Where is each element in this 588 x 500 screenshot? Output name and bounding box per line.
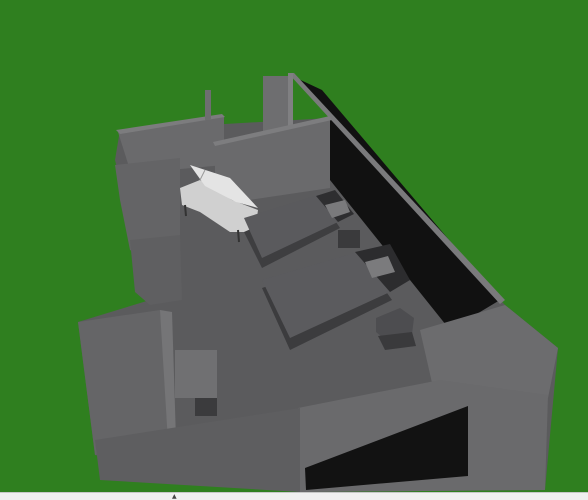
small-chair: [195, 398, 217, 416]
left-thin-post: [205, 90, 211, 120]
nightstand: [338, 230, 360, 248]
status-bar: ▲: [0, 492, 588, 500]
cursor-icon: ▲: [172, 493, 177, 500]
back-wall-tall-edge: [288, 73, 293, 132]
lower-partition: [175, 350, 217, 398]
3d-viewport[interactable]: [0, 0, 588, 500]
